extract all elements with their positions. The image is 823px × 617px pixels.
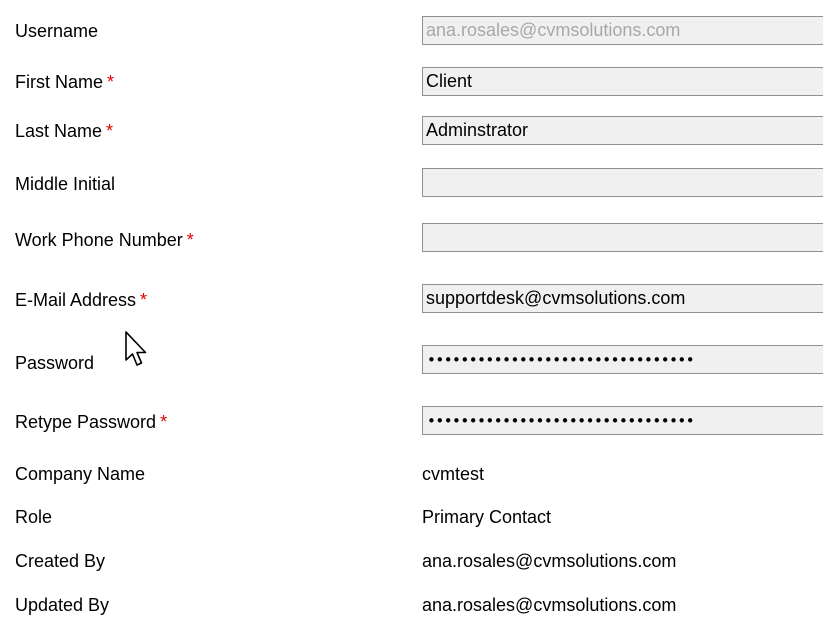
required-marker: * (107, 72, 115, 92)
required-marker: * (140, 290, 148, 310)
middle-initial-field[interactable] (422, 168, 823, 197)
updated-by-value: ana.rosales@cvmsolutions.com (422, 595, 677, 615)
role-value: Primary Contact (422, 507, 552, 527)
last-name-field[interactable] (422, 116, 823, 145)
first-name-label: First Name * (15, 72, 115, 92)
arrow-pointer-icon (125, 331, 147, 366)
username-label: Username (15, 21, 99, 41)
password-field[interactable] (422, 345, 823, 374)
email-field[interactable] (422, 284, 823, 313)
first-name-field[interactable] (422, 67, 823, 96)
work-phone-label: Work Phone Number * (15, 230, 194, 250)
updated-by-label: Updated By (15, 595, 110, 615)
retype-password-field[interactable] (422, 406, 823, 435)
role-label: Role (15, 507, 53, 527)
company-name-value: cvmtest (422, 464, 485, 484)
required-marker: * (186, 230, 194, 250)
middle-initial-label: Middle Initial (15, 174, 116, 194)
retype-password-label: Retype Password * (15, 412, 168, 432)
work-phone-field[interactable] (422, 223, 823, 252)
email-label: E-Mail Address * (15, 290, 148, 310)
created-by-value: ana.rosales@cvmsolutions.com (422, 551, 677, 571)
required-marker: * (106, 121, 114, 141)
username-field[interactable] (422, 16, 823, 45)
last-name-label: Last Name * (15, 121, 114, 141)
created-by-label: Created By (15, 551, 106, 571)
company-name-label: Company Name (15, 464, 146, 484)
password-label: Password (15, 353, 95, 373)
required-marker: * (160, 412, 168, 432)
